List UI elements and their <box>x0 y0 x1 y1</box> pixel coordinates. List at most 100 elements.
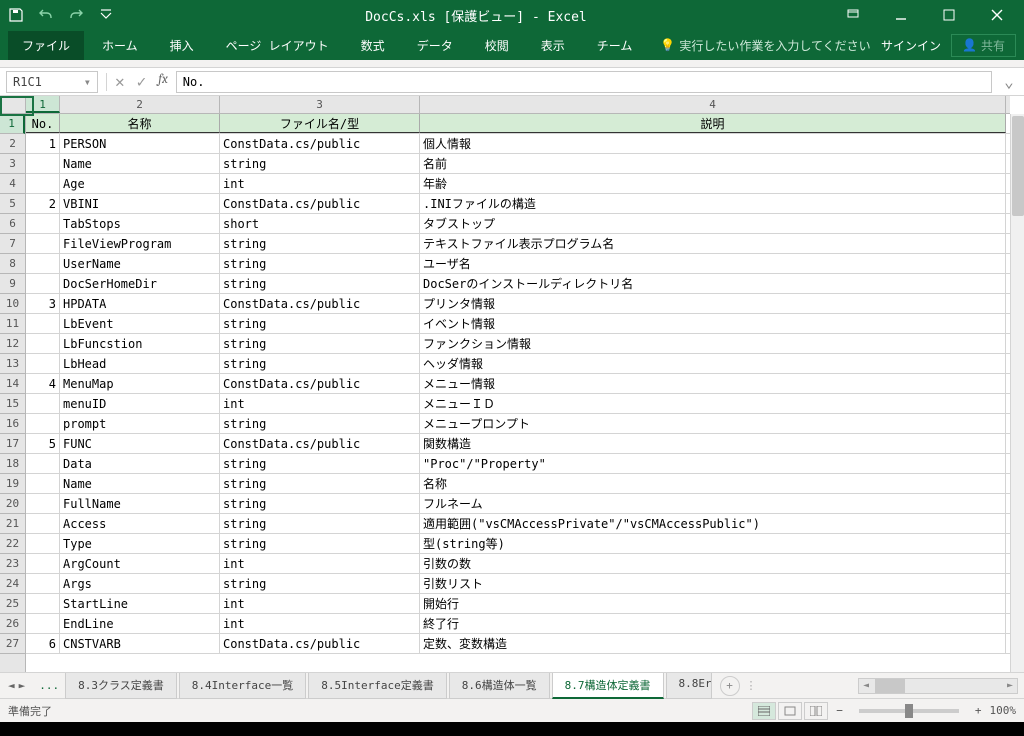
cell[interactable]: テキストファイル表示プログラム名 <box>420 234 1006 253</box>
cell[interactable]: VBINI <box>60 194 220 213</box>
cell[interactable]: int <box>220 554 420 573</box>
cell[interactable]: MenuMap <box>60 374 220 393</box>
ribbon-tab-1[interactable]: ホーム <box>88 31 152 60</box>
cell[interactable]: LbHead <box>60 354 220 373</box>
row-header-1[interactable]: 1 <box>0 114 25 134</box>
zoom-slider-thumb[interactable] <box>905 704 913 718</box>
cell[interactable]: FUNC <box>60 434 220 453</box>
header-cell-no[interactable]: No. <box>26 114 60 133</box>
cell[interactable]: FileViewProgram <box>60 234 220 253</box>
cell[interactable]: string <box>220 474 420 493</box>
col-header-1[interactable]: 1 <box>26 96 60 113</box>
row-header-15[interactable]: 15 <box>0 394 25 414</box>
row-header-24[interactable]: 24 <box>0 574 25 594</box>
row-header-10[interactable]: 10 <box>0 294 25 314</box>
cell[interactable] <box>26 394 60 413</box>
row-header-3[interactable]: 3 <box>0 154 25 174</box>
cell[interactable] <box>26 574 60 593</box>
cell[interactable]: UserName <box>60 254 220 273</box>
cell[interactable] <box>26 174 60 193</box>
row-header-7[interactable]: 7 <box>0 234 25 254</box>
tab-nav-prev-icon[interactable]: ◄ <box>8 679 15 692</box>
row-header-6[interactable]: 6 <box>0 214 25 234</box>
row-header-27[interactable]: 27 <box>0 634 25 654</box>
cell[interactable]: 引数リスト <box>420 574 1006 593</box>
row-header-9[interactable]: 9 <box>0 274 25 294</box>
undo-icon[interactable] <box>38 7 54 23</box>
add-sheet-button[interactable]: + <box>720 676 740 696</box>
cell[interactable] <box>26 254 60 273</box>
row-header-25[interactable]: 25 <box>0 594 25 614</box>
row-header-22[interactable]: 22 <box>0 534 25 554</box>
row-header-14[interactable]: 14 <box>0 374 25 394</box>
view-page-layout-button[interactable] <box>778 702 802 720</box>
row-header-4[interactable]: 4 <box>0 174 25 194</box>
cell[interactable]: ConstData.cs/public <box>220 194 420 213</box>
tell-me-text[interactable]: 実行したい作業を入力してください <box>679 37 870 54</box>
cell[interactable]: string <box>220 534 420 553</box>
cell[interactable]: prompt <box>60 414 220 433</box>
ribbon-tab-8[interactable]: チーム <box>583 31 647 60</box>
hscroll-right-icon[interactable]: ► <box>1003 679 1017 693</box>
cell[interactable]: 5 <box>26 434 60 453</box>
cell[interactable]: EndLine <box>60 614 220 633</box>
cell[interactable] <box>26 534 60 553</box>
cell[interactable]: 4 <box>26 374 60 393</box>
cell[interactable] <box>26 494 60 513</box>
cell[interactable] <box>26 314 60 333</box>
vscroll-thumb[interactable] <box>1012 116 1024 216</box>
signin-link[interactable]: サインイン <box>881 37 941 54</box>
formula-bar[interactable]: No. <box>176 71 992 93</box>
cell[interactable]: 2 <box>26 194 60 213</box>
cell[interactable]: 関数構造 <box>420 434 1006 453</box>
row-header-8[interactable]: 8 <box>0 254 25 274</box>
maximize-button[interactable] <box>926 0 972 30</box>
zoom-out-button[interactable]: − <box>836 704 843 717</box>
row-header-19[interactable]: 19 <box>0 474 25 494</box>
col-header-4[interactable]: 4 <box>420 96 1006 113</box>
cell[interactable]: Args <box>60 574 220 593</box>
hscroll-thumb[interactable] <box>875 679 905 693</box>
share-button[interactable]: 👤共有 <box>951 34 1016 57</box>
cell[interactable]: 適用範囲("vsCMAccessPrivate"/"vsCMAccessPubl… <box>420 514 1006 533</box>
cell[interactable]: Data <box>60 454 220 473</box>
view-page-break-button[interactable] <box>804 702 828 720</box>
cancel-formula-icon[interactable]: ✕ <box>115 72 125 91</box>
minimize-button[interactable] <box>878 0 924 30</box>
cell[interactable]: HPDATA <box>60 294 220 313</box>
cell[interactable]: 個人情報 <box>420 134 1006 153</box>
ribbon-tab-3[interactable]: ページ レイアウト <box>212 31 343 60</box>
cell[interactable] <box>26 414 60 433</box>
row-header-2[interactable]: 2 <box>0 134 25 154</box>
cell[interactable]: プリンタ情報 <box>420 294 1006 313</box>
select-all-corner[interactable] <box>0 96 26 113</box>
cell[interactable]: メニュー情報 <box>420 374 1006 393</box>
row-header-20[interactable]: 20 <box>0 494 25 514</box>
tab-ellipsis[interactable]: ... <box>33 679 65 692</box>
cell[interactable]: int <box>220 594 420 613</box>
row-header-12[interactable]: 12 <box>0 334 25 354</box>
cell[interactable]: int <box>220 614 420 633</box>
sheet-tab-1[interactable]: 8.4Interface一覧 <box>179 673 306 699</box>
cell[interactable]: メニュープロンプト <box>420 414 1006 433</box>
cell[interactable]: menuID <box>60 394 220 413</box>
cell[interactable]: TabStops <box>60 214 220 233</box>
cell[interactable] <box>26 354 60 373</box>
sheet-tab-0[interactable]: 8.3クラス定義書 <box>65 673 177 699</box>
tab-more-icon[interactable]: ⋮ <box>746 679 757 692</box>
redo-icon[interactable] <box>68 7 84 23</box>
ribbon-tab-4[interactable]: 数式 <box>347 31 399 60</box>
tab-nav-next-icon[interactable]: ► <box>19 679 26 692</box>
cell[interactable]: 年齢 <box>420 174 1006 193</box>
sheet-tab-2[interactable]: 8.5Interface定義書 <box>308 673 446 699</box>
cell[interactable] <box>26 454 60 473</box>
chevron-down-icon[interactable]: ▾ <box>84 75 91 89</box>
cell[interactable]: DocSerHomeDir <box>60 274 220 293</box>
cell[interactable]: string <box>220 414 420 433</box>
cell[interactable]: .INIファイルの構造 <box>420 194 1006 213</box>
cell[interactable]: ヘッダ情報 <box>420 354 1006 373</box>
row-header-11[interactable]: 11 <box>0 314 25 334</box>
cell[interactable] <box>26 214 60 233</box>
cell[interactable]: string <box>220 274 420 293</box>
horizontal-scrollbar[interactable]: ◄ ► <box>858 678 1018 694</box>
